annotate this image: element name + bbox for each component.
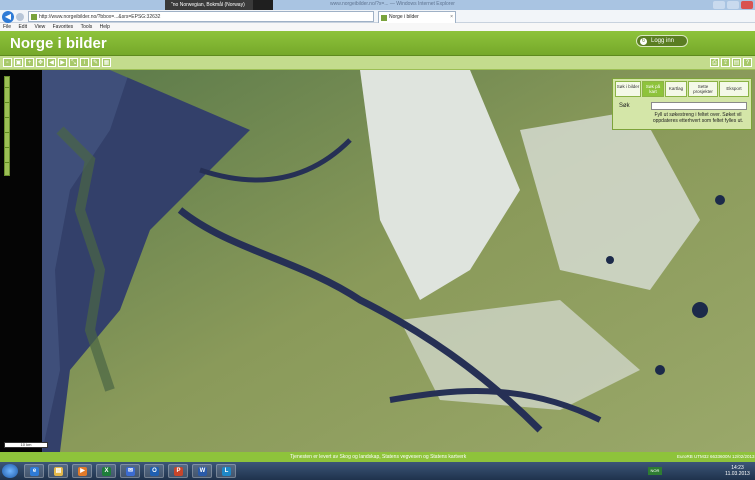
map-toolbar: ▫ ▣ + ✥ ◀ ▶ ⤡ i ✎ ▦ ⎙ ⇪ ▤ ?	[0, 56, 755, 70]
word-icon: W	[198, 467, 207, 476]
taskbar-chat-button[interactable]: ✉	[120, 464, 140, 478]
clock[interactable]: 14:23 11.03.2013	[720, 465, 755, 477]
arrow-left-icon[interactable]: ◀	[47, 58, 56, 67]
excel-icon: X	[102, 467, 111, 476]
zoom-tick	[5, 87, 9, 88]
info-icon[interactable]: i	[80, 58, 89, 67]
menu-bar: File Edit View Favorites Tools Help	[0, 23, 755, 31]
grid-icon[interactable]: ▦	[102, 58, 111, 67]
zoom-tick	[5, 162, 9, 163]
lync-icon: L	[222, 467, 231, 476]
coordinate-readout: EuroRB UTM32 6633600N 12/02/2013	[677, 454, 755, 459]
tab-layers[interactable]: Kartlag	[665, 81, 687, 97]
new-icon[interactable]: ▫	[3, 58, 12, 67]
keyboard-language[interactable]: NOR	[648, 467, 662, 475]
taskbar-explorer-button[interactable]: ▤	[48, 464, 68, 478]
url-text: http://www.norgeibilder.no/?bbox=...&srs…	[39, 14, 161, 20]
pan-icon[interactable]: ✥	[36, 58, 45, 67]
search-input[interactable]	[651, 102, 747, 110]
login-label: Logg inn	[651, 38, 675, 44]
menu-view[interactable]: View	[34, 24, 45, 30]
tab-close-icon[interactable]: ×	[450, 12, 453, 23]
login-icon: ↻	[640, 38, 647, 45]
taskbar-ie-button[interactable]: e	[24, 464, 44, 478]
site-header: Norge i bilder ↻ Logg inn	[0, 31, 755, 56]
menu-file[interactable]: File	[3, 24, 11, 30]
search-label: Søk	[619, 103, 630, 109]
aerial-map[interactable]: 10 km Søk i bilder Søk på kart Kartlag S…	[0, 70, 755, 452]
taskbar-lync-button[interactable]: L	[216, 464, 236, 478]
taskbar-excel-button[interactable]: X	[96, 464, 116, 478]
window-titlebar: "no Norwegian, Bokmål (Norway) www.norge…	[0, 0, 755, 10]
menu-tools[interactable]: Tools	[81, 24, 93, 30]
search-panel: Søk i bilder Søk på kart Kartlag Sette p…	[612, 78, 752, 130]
menu-favorites[interactable]: Favorites	[53, 24, 74, 30]
save-icon[interactable]: ▤	[732, 58, 741, 67]
measure-icon[interactable]: ⤡	[69, 58, 78, 67]
back-arrow-icon: ◀	[4, 12, 12, 21]
zoom-tick	[5, 117, 9, 118]
media-icon: ▶	[78, 467, 87, 476]
draw-icon[interactable]: ✎	[91, 58, 100, 67]
zoom-tick	[5, 132, 9, 133]
zoom-tick	[5, 102, 9, 103]
tab-favicon-icon	[381, 15, 387, 21]
arrow-right-icon[interactable]: ▶	[58, 58, 67, 67]
help-icon[interactable]: ?	[743, 58, 752, 67]
taskbar-media-button[interactable]: ▶	[72, 464, 92, 478]
forward-button[interactable]	[16, 13, 24, 21]
tab-export[interactable]: Eksport	[719, 81, 749, 97]
menu-help[interactable]: Help	[100, 24, 110, 30]
taskbar-word-button[interactable]: W	[192, 464, 212, 478]
search-help-text: Fyll ut søkestreng i feltet over. Søket …	[652, 112, 744, 124]
ie-icon: e	[30, 467, 39, 476]
browser-tab[interactable]: Norge i bilder ×	[378, 11, 456, 23]
taskbar-outlook-button[interactable]: O	[144, 464, 164, 478]
clock-date: 11.03.2013	[725, 471, 750, 477]
window-title: www.norgeibilder.no/?x=... — Windows Int…	[330, 1, 455, 7]
print-icon[interactable]: ⎙	[710, 58, 719, 67]
system-tray: NOR 14:23 11.03.2013	[600, 464, 755, 478]
zoom-tick	[5, 147, 9, 148]
close-window-button[interactable]	[741, 1, 753, 9]
maximize-button[interactable]	[727, 1, 739, 9]
tab-label: Norge i bilder	[389, 14, 419, 20]
minimize-button[interactable]	[713, 1, 725, 9]
back-button[interactable]: ◀	[2, 11, 14, 23]
zoom-slider[interactable]	[4, 76, 10, 176]
explorer-icon: ▤	[54, 467, 63, 476]
address-bar-row: ◀ http://www.norgeibilder.no/?bbox=...&s…	[0, 10, 755, 23]
login-button[interactable]: ↻ Logg inn	[636, 35, 688, 47]
url-input[interactable]: http://www.norgeibilder.no/?bbox=...&srs…	[28, 11, 374, 22]
tab-projects[interactable]: Sette prosjekter	[688, 81, 718, 97]
site-title: Norge i bilder	[10, 35, 107, 52]
share-icon[interactable]: ⇪	[721, 58, 730, 67]
language-label: "no Norwegian, Bokmål (Norway)	[171, 2, 245, 8]
language-popup[interactable]: "no Norwegian, Bokmål (Norway)	[165, 0, 273, 10]
copyright-text: Tjenesten er levert av Skog og landskap,…	[290, 454, 467, 460]
zoom-in-icon[interactable]: +	[25, 58, 34, 67]
menu-edit[interactable]: Edit	[18, 24, 27, 30]
chat-icon: ✉	[126, 467, 135, 476]
scale-bar: 10 km	[4, 442, 48, 448]
language-help-button[interactable]	[253, 0, 273, 10]
powerpoint-icon: P	[174, 467, 183, 476]
select-icon[interactable]: ▣	[14, 58, 23, 67]
tab-search-images[interactable]: Søk i bilder	[615, 81, 641, 97]
outlook-icon: O	[150, 467, 159, 476]
site-favicon-icon	[31, 14, 37, 20]
start-button[interactable]	[2, 464, 18, 478]
windows-taskbar: e ▤ ▶ X ✉ O P W L NOR 14:23 11.03.2013	[0, 462, 755, 480]
taskbar-powerpoint-button[interactable]: P	[168, 464, 188, 478]
status-footer: Tjenesten er levert av Skog og landskap,…	[0, 452, 755, 462]
tab-search-map[interactable]: Søk på kart	[642, 81, 664, 97]
